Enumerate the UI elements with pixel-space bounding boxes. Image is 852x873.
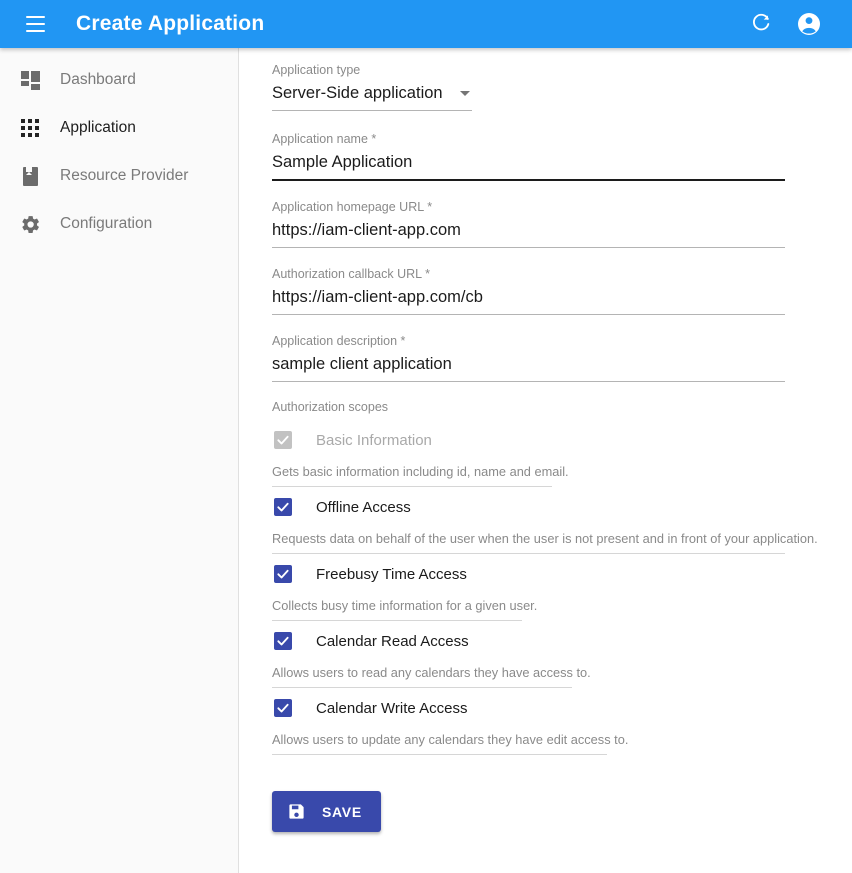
application-type-select[interactable]: Server-Side application [272, 80, 472, 106]
save-floppy-icon [287, 802, 306, 821]
scope-header: Basic Information [272, 428, 852, 452]
book-icon [14, 162, 46, 190]
save-button[interactable]: SAVE [272, 791, 381, 832]
scope-item: Calendar Read Access Allows users to rea… [272, 629, 852, 688]
scope-divider [272, 486, 552, 487]
application-name-input[interactable]: Sample Application [272, 149, 785, 175]
application-name-label: Application name * [272, 132, 377, 146]
main-content: Application type Server-Side application… [240, 48, 852, 873]
save-button-label: SAVE [322, 803, 362, 820]
appbar-actions [748, 11, 822, 37]
scope-header: Calendar Write Access [272, 696, 852, 720]
account-circle-icon[interactable] [796, 11, 822, 37]
app-bar: Create Application [0, 0, 852, 48]
sidebar-item-configuration[interactable]: Configuration [0, 200, 238, 248]
gear-icon [14, 210, 46, 238]
scope-header: Calendar Read Access [272, 629, 852, 653]
scope-item: Calendar Write Access Allows users to up… [272, 696, 852, 755]
application-description-underline [272, 381, 785, 382]
scope-name: Calendar Read Access [316, 632, 469, 650]
callback-url-label: Authorization callback URL * [272, 267, 430, 281]
chevron-down-icon[interactable] [460, 90, 470, 96]
homepage-url-underline [272, 247, 785, 248]
homepage-url-field[interactable]: Application homepage URL * https://iam-c… [272, 199, 785, 248]
scope-description: Allows users to read any calendars they … [272, 665, 591, 680]
scope-item: Freebusy Time Access Collects busy time … [272, 562, 852, 621]
scope-description: Requests data on behalf of the user when… [272, 531, 818, 546]
scope-divider [272, 754, 607, 755]
page-title: Create Application [76, 12, 265, 35]
checkbox-basic-information [274, 431, 292, 449]
scope-divider [272, 687, 572, 688]
scope-name: Offline Access [316, 498, 411, 516]
scope-name: Calendar Write Access [316, 699, 468, 717]
checkbox-calendar-read-access[interactable] [274, 632, 292, 650]
sidebar-item-application[interactable]: Application [0, 104, 238, 152]
callback-url-field[interactable]: Authorization callback URL * https://iam… [272, 266, 785, 315]
scope-divider [272, 620, 522, 621]
apps-grid-icon [14, 114, 46, 142]
homepage-url-label: Application homepage URL * [272, 200, 433, 214]
checkbox-freebusy-time-access[interactable] [274, 565, 292, 583]
sidebar-item-label: Resource Provider [60, 167, 189, 184]
sidebar: Dashboard Application Resource Provider … [0, 48, 239, 873]
scope-header: Freebusy Time Access [272, 562, 852, 586]
authorization-scopes-label: Authorization scopes [272, 400, 389, 414]
application-name-field[interactable]: Application name * Sample Application [272, 131, 785, 181]
sidebar-item-label: Application [60, 119, 136, 136]
application-description-label: Application description * [272, 334, 406, 348]
homepage-url-input[interactable]: https://iam-client-app.com [272, 217, 785, 243]
application-type-underline [272, 110, 472, 111]
application-description-field[interactable]: Application description * sample client … [272, 333, 785, 382]
scope-header: Offline Access [272, 495, 852, 519]
callback-url-underline [272, 314, 785, 315]
application-name-underline [272, 179, 785, 181]
scope-divider [272, 553, 785, 554]
hamburger-menu-icon[interactable] [20, 9, 50, 39]
save-button-wrap: SAVE [272, 791, 852, 832]
application-type-label: Application type [272, 63, 361, 77]
sidebar-item-resource-provider[interactable]: Resource Provider [0, 152, 238, 200]
sidebar-item-dashboard[interactable]: Dashboard [0, 56, 238, 104]
scope-description: Allows users to update any calendars the… [272, 732, 629, 747]
checkbox-offline-access[interactable] [274, 498, 292, 516]
callback-url-input[interactable]: https://iam-client-app.com/cb [272, 284, 785, 310]
checkbox-calendar-write-access[interactable] [274, 699, 292, 717]
scope-item: Basic Information Gets basic information… [272, 428, 852, 487]
sidebar-item-label: Configuration [60, 215, 153, 232]
scope-item: Offline Access Requests data on behalf o… [272, 495, 852, 554]
dashboard-icon [14, 66, 46, 94]
scope-description: Collects busy time information for a giv… [272, 598, 538, 613]
sidebar-item-label: Dashboard [60, 71, 136, 88]
application-description-input[interactable]: sample client application [272, 351, 785, 377]
scope-description: Gets basic information including id, nam… [272, 464, 569, 479]
application-type-field[interactable]: Application type Server-Side application [272, 62, 472, 111]
scope-name: Freebusy Time Access [316, 565, 467, 583]
refresh-icon[interactable] [748, 11, 774, 37]
scope-name: Basic Information [316, 431, 432, 449]
application-type-value: Server-Side application [272, 84, 443, 102]
